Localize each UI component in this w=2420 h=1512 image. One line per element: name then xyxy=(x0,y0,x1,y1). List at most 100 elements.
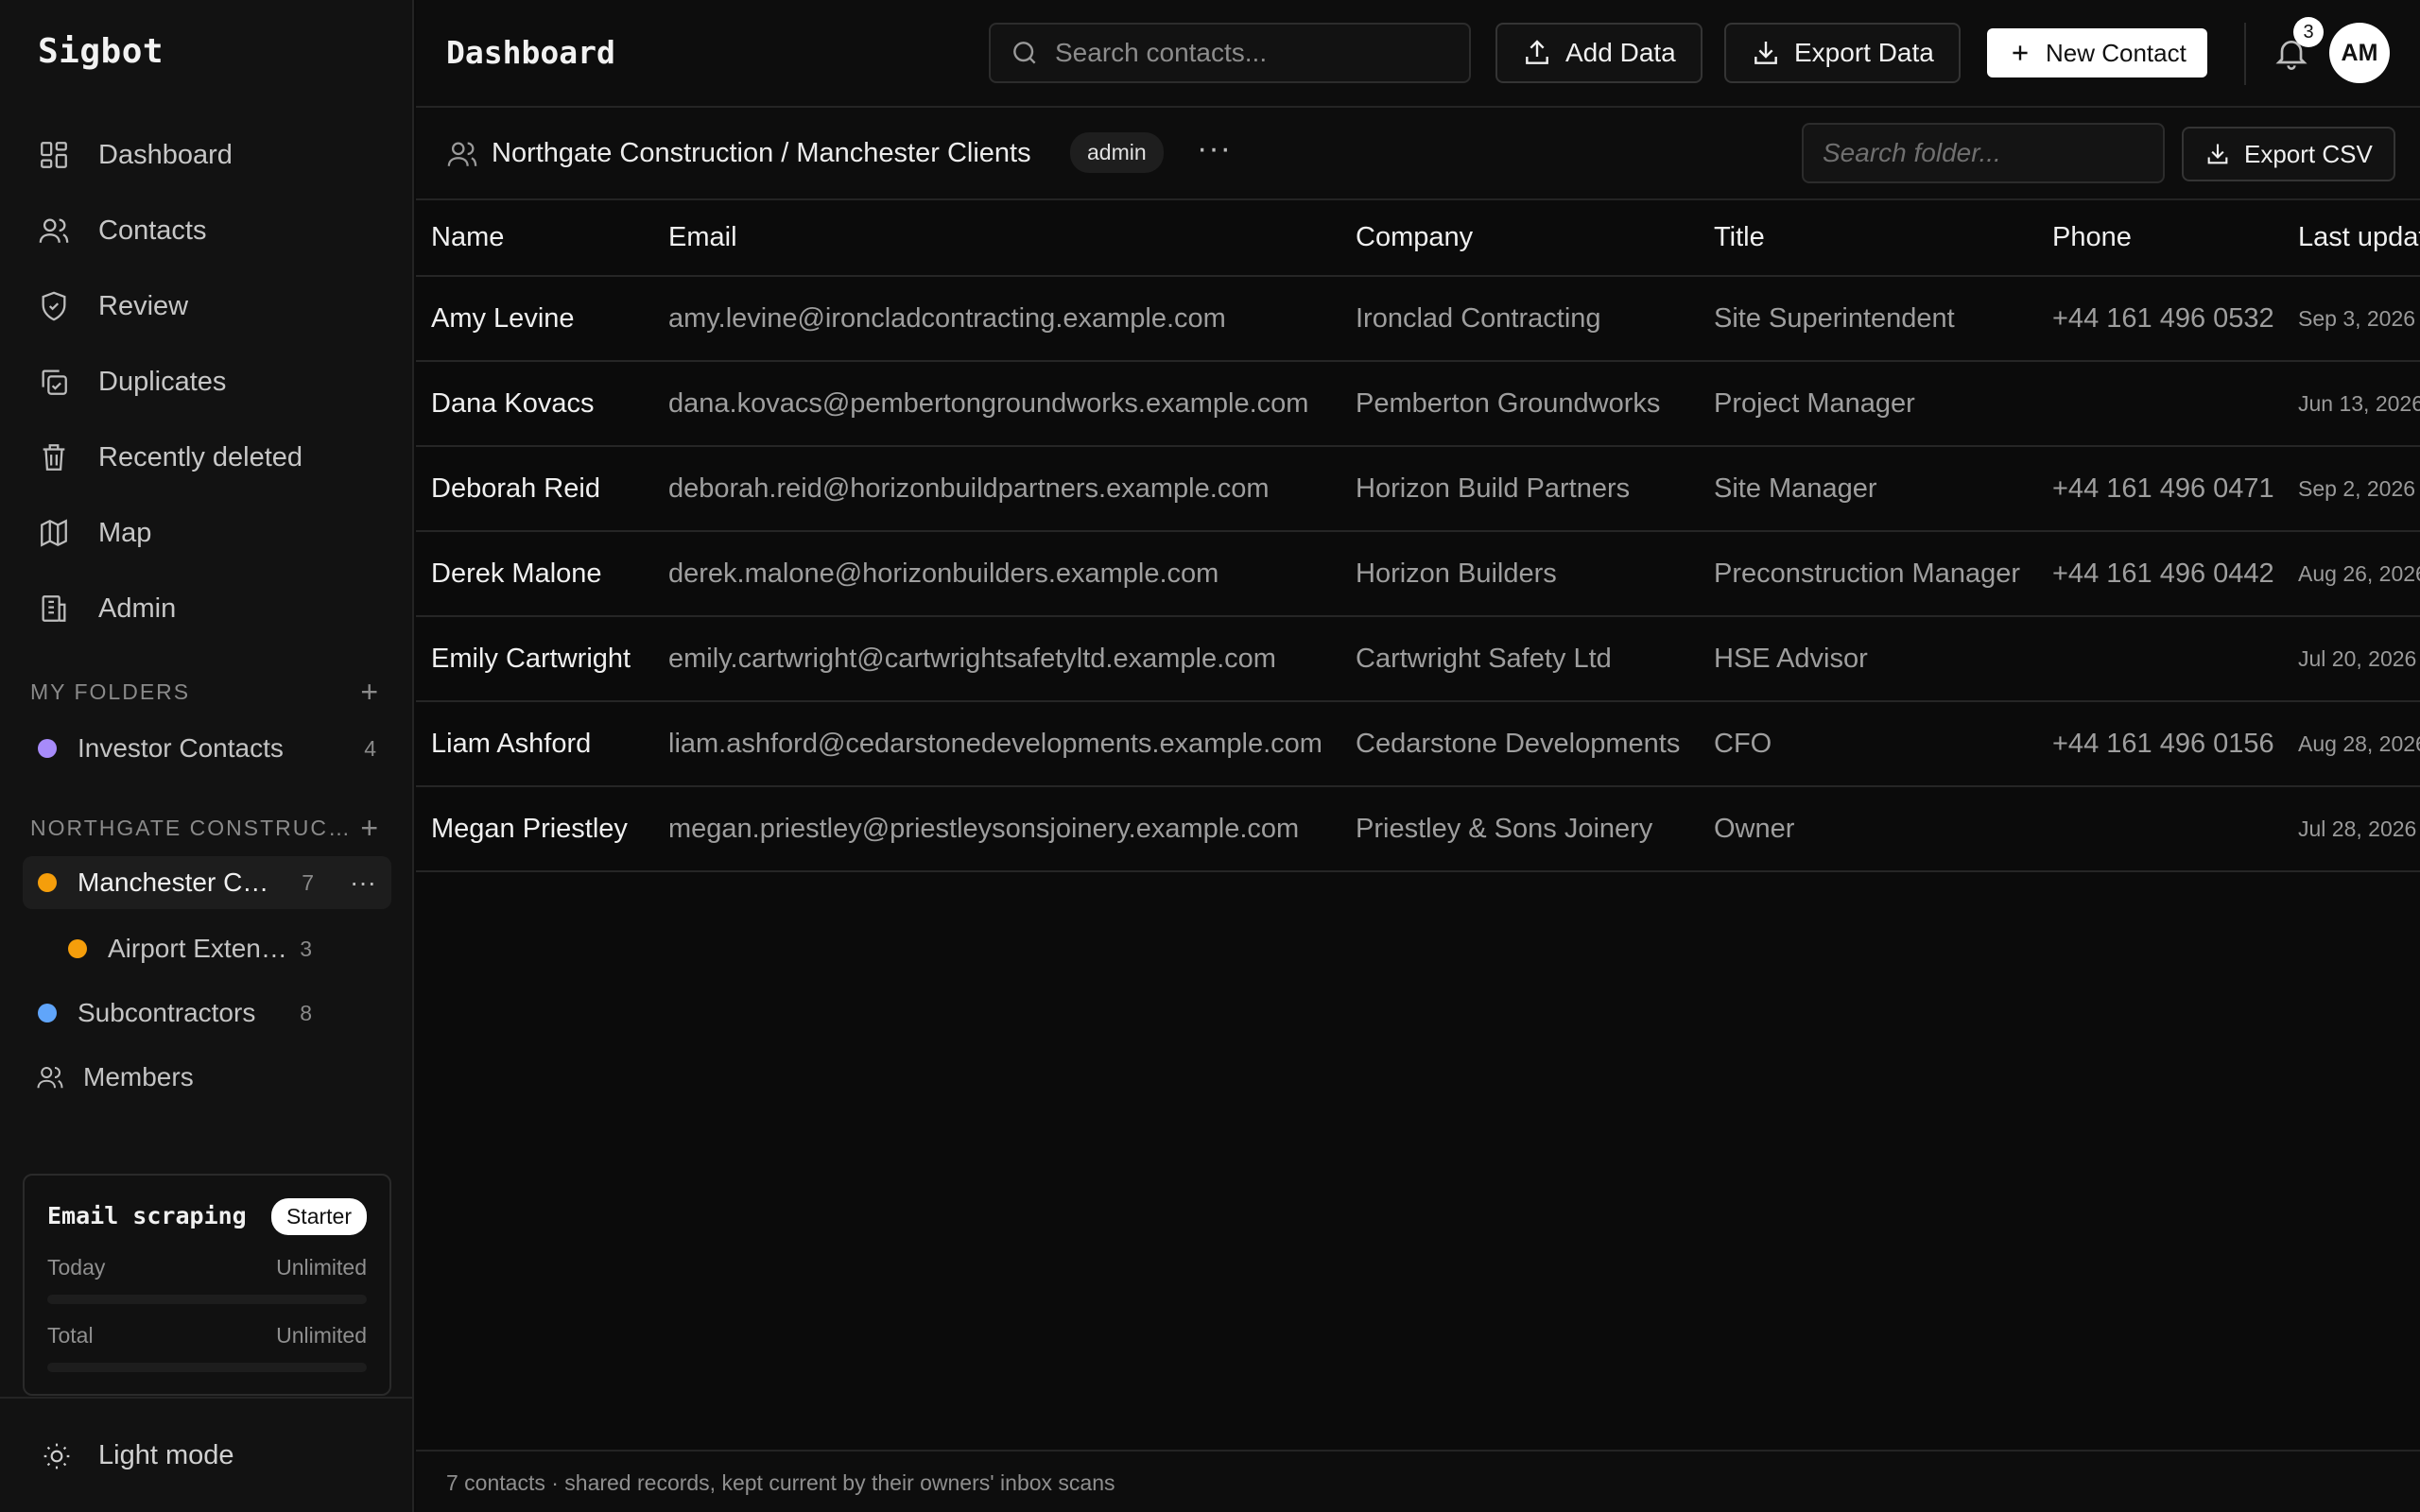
nav-duplicates[interactable]: Duplicates xyxy=(38,353,226,410)
plus-icon xyxy=(2013,45,2028,60)
folder-toolbar: Northgate Construction / Manchester Clie… xyxy=(416,108,2420,200)
map-icon xyxy=(41,519,67,547)
copy-check-icon xyxy=(42,369,67,395)
add-data-button[interactable]: Add Data xyxy=(1495,23,1703,83)
folder-investor-contacts[interactable]: Investor Contacts 4 xyxy=(23,722,391,775)
contact-last-updated: Sep 2, 2026 xyxy=(2283,446,2420,532)
trash-icon xyxy=(43,444,65,471)
table-row[interactable]: Deborah Reid deborah.reid@horizonbuildpa… xyxy=(416,446,2420,532)
folder-color-dot xyxy=(38,1004,57,1022)
table-row[interactable]: Amy Levine amy.levine@ironcladcontractin… xyxy=(416,276,2420,362)
column-header-title[interactable]: Title xyxy=(1699,200,2037,277)
contact-last-updated: Aug 28, 2026 xyxy=(2283,701,2420,787)
usage-card: Email scraping Starter Today Unlimited T… xyxy=(23,1174,391,1396)
folder-airport-extension[interactable]: Airport Extension 3 xyxy=(53,922,327,975)
usage-today-value: Unlimited xyxy=(276,1255,367,1280)
nav-dashboard[interactable]: Dashboard xyxy=(38,127,233,183)
contact-company: Pemberton Groundworks xyxy=(1340,361,1699,447)
folder-count: 7 xyxy=(302,869,315,895)
contact-title: CFO xyxy=(1699,701,2037,787)
contact-company: Cartwright Safety Ltd xyxy=(1340,616,1699,702)
nav-label: Dashboard xyxy=(98,139,233,170)
nav-recently-deleted[interactable]: Recently deleted xyxy=(38,429,302,486)
column-header-phone[interactable]: Phone xyxy=(2037,200,2283,277)
light-mode-toggle[interactable]: Light mode xyxy=(42,1440,234,1471)
contact-title: Preconstruction Manager xyxy=(1699,531,2037,617)
nav-admin[interactable]: Admin xyxy=(38,580,176,637)
new-contact-label: New Contact xyxy=(2046,38,2187,67)
nav-review[interactable]: Review xyxy=(38,278,188,335)
contact-name: Derek Malone xyxy=(416,531,653,617)
contact-name: Amy Levine xyxy=(416,276,653,362)
folder-manchester-clients[interactable]: Manchester Clients 7 ··· xyxy=(23,856,391,909)
plan-badge: Starter xyxy=(270,1198,367,1235)
column-header-last-updated[interactable]: Last updated xyxy=(2283,200,2420,277)
download-icon xyxy=(2207,144,2228,164)
contacts-table: Name Email Company Title Phone Last upda… xyxy=(416,200,2420,872)
contact-company: Priestley & Sons Joinery xyxy=(1340,786,1699,872)
table-row[interactable]: Derek Malone derek.malone@horizonbuilder… xyxy=(416,531,2420,617)
contact-name: Dana Kovacs xyxy=(416,361,653,447)
contact-title: Site Superintendent xyxy=(1699,276,2037,362)
folder-search[interactable] xyxy=(1802,123,2165,183)
folder-name: Subcontractors xyxy=(78,998,256,1027)
add-org-folder-icon[interactable]: + xyxy=(360,813,380,843)
folder-more-icon[interactable]: ··· xyxy=(350,868,376,898)
contact-name: Megan Priestley xyxy=(416,786,653,872)
folder-color-dot xyxy=(38,739,57,758)
members-link[interactable]: Members xyxy=(36,1051,320,1104)
nav-contacts[interactable]: Contacts xyxy=(38,202,206,259)
contact-email: derek.malone@horizonbuilders.example.com xyxy=(653,531,1340,617)
search-input[interactable] xyxy=(1055,38,1452,68)
folder-color-dot xyxy=(68,939,87,958)
folder-name: Manchester Clients xyxy=(78,868,273,897)
folder-more-button[interactable]: ··· xyxy=(1197,130,1232,167)
members-label: Members xyxy=(83,1062,194,1091)
nav-map[interactable]: Map xyxy=(38,505,151,561)
column-header-company[interactable]: Company xyxy=(1340,200,1699,277)
table-row[interactable]: Liam Ashford liam.ashford@cedarstonedeve… xyxy=(416,701,2420,787)
folder-subcontractors[interactable]: Subcontractors 8 xyxy=(23,987,327,1040)
contact-phone xyxy=(2037,786,2283,872)
nav-label: Review xyxy=(98,290,189,321)
column-header-name[interactable]: Name xyxy=(416,200,653,277)
contact-email: megan.priestley@priestleysonsjoinery.exa… xyxy=(653,786,1340,872)
user-avatar[interactable]: AM xyxy=(2329,23,2390,83)
contact-email: dana.kovacs@pembertongroundworks.example… xyxy=(653,361,1340,447)
contact-company: Ironclad Contracting xyxy=(1340,276,1699,362)
column-header-email[interactable]: Email xyxy=(653,200,1340,277)
export-data-button[interactable]: Export Data xyxy=(1724,23,1961,83)
add-folder-icon[interactable]: + xyxy=(360,677,380,707)
folder-search-input[interactable] xyxy=(1823,138,2144,168)
table-row[interactable]: Dana Kovacs dana.kovacs@pembertongroundw… xyxy=(416,361,2420,447)
table-row[interactable]: Emily Cartwright emily.cartwright@cartwr… xyxy=(416,616,2420,702)
contact-email: deborah.reid@horizonbuildpartners.exampl… xyxy=(653,446,1340,532)
contact-email: emily.cartwright@cartwrightsafetyltd.exa… xyxy=(653,616,1340,702)
contact-last-updated: Jul 28, 2026 xyxy=(2283,786,2420,872)
shield-icon xyxy=(42,291,66,321)
contact-last-updated: Aug 26, 2026 xyxy=(2283,531,2420,617)
folder-color-dot xyxy=(38,873,57,892)
contacts-table-container: Name Email Company Title Phone Last upda… xyxy=(416,200,2420,1450)
app-logo: Sigbot xyxy=(38,32,164,71)
org-folders-title: NORTHGATE CONSTRUCTION xyxy=(30,815,361,840)
contact-name: Liam Ashford xyxy=(416,701,653,787)
table-header-row: Name Email Company Title Phone Last upda… xyxy=(416,200,2420,277)
sidebar: Sigbot Dashboard Contacts Review Duplica… xyxy=(0,0,414,1512)
new-contact-button[interactable]: New Contact xyxy=(1987,28,2207,77)
usage-title: Email scraping xyxy=(47,1202,247,1229)
nav-label: Duplicates xyxy=(98,366,227,397)
table-row[interactable]: Megan Priestley megan.priestley@priestle… xyxy=(416,786,2420,872)
dashboard-grid-icon xyxy=(41,142,67,168)
contact-email: amy.levine@ironcladcontracting.example.c… xyxy=(653,276,1340,362)
contact-name: Deborah Reid xyxy=(416,446,653,532)
export-csv-button[interactable]: Export CSV xyxy=(2182,127,2395,181)
contact-search[interactable] xyxy=(989,23,1471,83)
table-footer: 7 contacts · shared records, kept curren… xyxy=(416,1450,2420,1512)
contact-phone xyxy=(2037,361,2283,447)
building-icon xyxy=(42,595,66,622)
contact-phone: +44 161 496 0471 xyxy=(2037,446,2283,532)
my-folders-title: MY FOLDERS xyxy=(30,679,191,704)
nav-label: Contacts xyxy=(98,215,207,246)
usage-today-bar xyxy=(47,1295,367,1304)
